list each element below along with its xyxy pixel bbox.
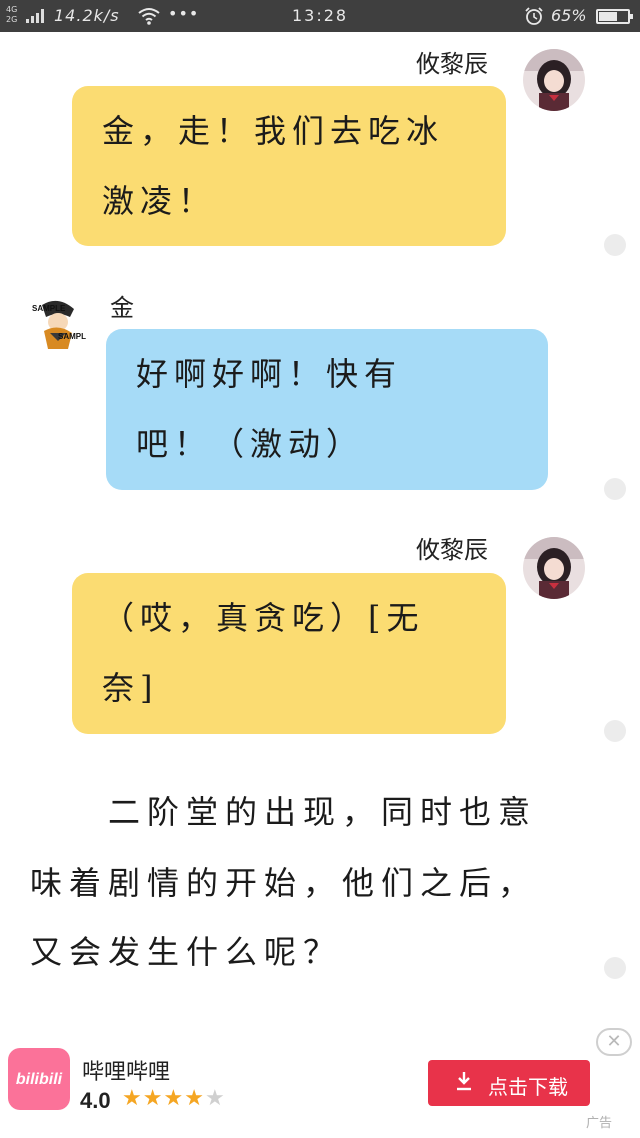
- sender-name: 攸黎辰: [416, 536, 488, 564]
- status-bar: 4G 2G 14.2k/s ••• 13:28 65%: [0, 0, 640, 32]
- narration-line: 二阶堂的出现，同时也意: [108, 793, 538, 831]
- signal-icon: [26, 9, 46, 23]
- avatar[interactable]: [523, 537, 585, 599]
- avatar[interactable]: SAMPLE SAMPLE: [30, 295, 86, 351]
- close-ad-button[interactable]: ✕: [596, 1028, 632, 1056]
- star-filled-icon: ★: [122, 1086, 143, 1111]
- download-button[interactable]: 点击下载: [428, 1060, 590, 1106]
- battery-icon: [596, 9, 633, 24]
- rating-stars: ★★★★★: [122, 1086, 226, 1111]
- indicator-dot: [604, 957, 626, 979]
- indicator-dot: [604, 720, 626, 742]
- bubble-line: 好啊好啊！快有: [136, 355, 403, 393]
- wifi-icon: [138, 8, 160, 25]
- network-speed: 14.2k/s: [54, 6, 120, 25]
- ad-label: 广告: [586, 1116, 613, 1131]
- narration-line: 又会发生什么呢？: [30, 933, 343, 971]
- download-icon: [457, 1072, 471, 1091]
- ad-banner[interactable]: bilibili 哔哩哔哩 4.0 ★★★★★ 点击下载 ✕ 广告: [0, 1028, 640, 1138]
- alarm-icon: [525, 7, 543, 25]
- narration-line: 味着剧情的开始，他们之后，: [30, 864, 538, 902]
- star-filled-icon: ★: [184, 1086, 205, 1111]
- character-avatar-icon: SAMPLE SAMPLE: [30, 295, 86, 351]
- clock: 13:28: [292, 6, 349, 25]
- bilibili-logo[interactable]: bilibili: [8, 1048, 70, 1110]
- chat-bubble: （哎，真贪吃）[无 奈]: [72, 573, 506, 734]
- star-empty-icon: ★: [204, 1086, 226, 1111]
- avatar[interactable]: [523, 49, 585, 111]
- girl-avatar-icon: [523, 537, 585, 599]
- bubble-line: 奈]: [102, 669, 159, 707]
- indicator-dot: [604, 234, 626, 256]
- bubble-line: （哎，真贪吃）[无: [102, 599, 425, 637]
- chat-bubble: 好啊好啊！快有 吧！（激动）: [106, 329, 548, 490]
- battery-level-fill: [599, 12, 617, 21]
- more-notifications-icon: •••: [168, 4, 200, 23]
- sender-name: 金: [110, 294, 134, 322]
- star-filled-icon: ★: [163, 1086, 185, 1111]
- bubble-line: 金，走！我们去吃冰: [102, 112, 445, 150]
- ad-rating-value: 4.0: [80, 1088, 111, 1113]
- girl-avatar-icon: [523, 49, 585, 111]
- sender-name: 攸黎辰: [416, 50, 488, 78]
- bubble-line: 吧！（激动）: [136, 425, 365, 463]
- network-type: 4G 2G: [6, 5, 18, 24]
- chat-bubble: 金，走！我们去吃冰 激凌！: [72, 86, 506, 246]
- star-filled-icon: ★: [142, 1086, 164, 1111]
- download-button-label: 点击下载: [488, 1075, 568, 1099]
- watermark-text: SAMPLE: [58, 332, 86, 341]
- bubble-line: 激凌！: [102, 182, 217, 220]
- ad-app-name: 哔哩哔哩: [82, 1060, 171, 1085]
- battery-percent: 65%: [551, 6, 587, 25]
- watermark-text: SAMPLE: [32, 304, 66, 313]
- indicator-dot: [604, 478, 626, 500]
